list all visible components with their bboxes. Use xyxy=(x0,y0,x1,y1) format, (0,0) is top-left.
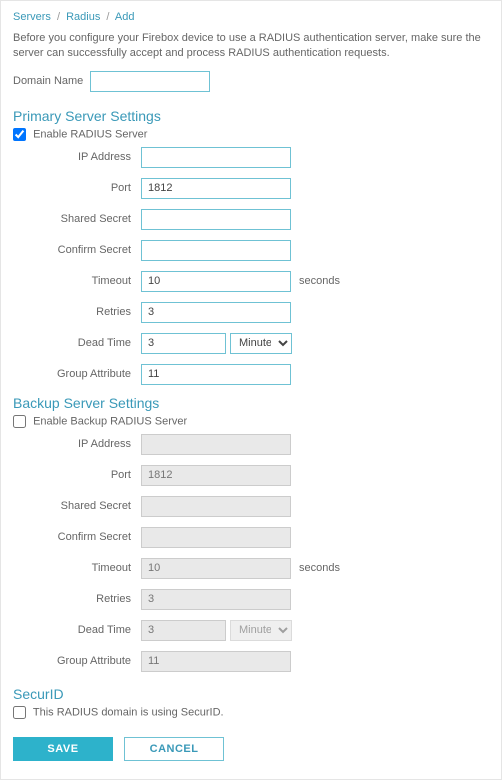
securid-row: This RADIUS domain is using SecurID. xyxy=(13,706,489,719)
primary-port-input[interactable] xyxy=(141,178,291,199)
primary-deadtime-unit-select[interactable]: Minutes xyxy=(230,333,292,354)
backup-port-input[interactable] xyxy=(141,465,291,486)
backup-retries-input[interactable] xyxy=(141,589,291,610)
backup-ip-input[interactable] xyxy=(141,434,291,455)
breadcrumb-current: Add xyxy=(115,11,135,23)
domain-name-label: Domain Name xyxy=(13,75,83,87)
cancel-button[interactable]: CANCEL xyxy=(124,737,224,761)
securid-section-title: SecurID xyxy=(13,686,489,702)
backup-deadtime-unit-select[interactable]: Minutes xyxy=(230,620,292,641)
primary-timeout-label: Timeout xyxy=(13,275,141,287)
backup-ip-label: IP Address xyxy=(13,438,141,450)
enable-backup-checkbox[interactable] xyxy=(13,415,26,428)
primary-timeout-input[interactable] xyxy=(141,271,291,292)
breadcrumb: Servers / Radius / Add xyxy=(13,11,489,23)
primary-confirm-input[interactable] xyxy=(141,240,291,261)
securid-label: This RADIUS domain is using SecurID. xyxy=(33,706,224,718)
backup-shared-input[interactable] xyxy=(141,496,291,517)
primary-deadtime-input[interactable] xyxy=(141,333,226,354)
primary-timeout-unit: seconds xyxy=(299,275,340,287)
backup-port-label: Port xyxy=(13,469,141,481)
enable-backup-label: Enable Backup RADIUS Server xyxy=(33,415,187,427)
backup-group-label: Group Attribute xyxy=(13,655,141,667)
backup-timeout-input[interactable] xyxy=(141,558,291,579)
enable-primary-label: Enable RADIUS Server xyxy=(33,128,147,140)
breadcrumb-radius[interactable]: Radius xyxy=(66,11,100,23)
button-bar: SAVE CANCEL xyxy=(13,737,489,761)
primary-confirm-label: Confirm Secret xyxy=(13,244,141,256)
primary-deadtime-label: Dead Time xyxy=(13,337,141,349)
save-button[interactable]: SAVE xyxy=(13,737,113,761)
breadcrumb-separator: / xyxy=(106,11,109,23)
backup-timeout-label: Timeout xyxy=(13,562,141,574)
backup-confirm-label: Confirm Secret xyxy=(13,531,141,543)
backup-form: IP Address Port Shared Secret Confirm Se… xyxy=(13,434,489,672)
domain-name-row: Domain Name xyxy=(13,71,489,92)
primary-form: IP Address Port Shared Secret Confirm Se… xyxy=(13,147,489,385)
enable-backup-row: Enable Backup RADIUS Server xyxy=(13,415,489,428)
primary-port-label: Port xyxy=(13,182,141,194)
backup-retries-label: Retries xyxy=(13,593,141,605)
securid-checkbox[interactable] xyxy=(13,706,26,719)
backup-timeout-unit: seconds xyxy=(299,562,340,574)
breadcrumb-servers[interactable]: Servers xyxy=(13,11,51,23)
intro-text: Before you configure your Firebox device… xyxy=(13,31,489,61)
backup-section-title: Backup Server Settings xyxy=(13,395,489,411)
primary-retries-label: Retries xyxy=(13,306,141,318)
backup-shared-label: Shared Secret xyxy=(13,500,141,512)
enable-primary-checkbox[interactable] xyxy=(13,128,26,141)
backup-confirm-input[interactable] xyxy=(141,527,291,548)
breadcrumb-separator: / xyxy=(57,11,60,23)
primary-group-input[interactable] xyxy=(141,364,291,385)
primary-shared-input[interactable] xyxy=(141,209,291,230)
primary-section-title: Primary Server Settings xyxy=(13,108,489,124)
primary-ip-label: IP Address xyxy=(13,151,141,163)
backup-group-input[interactable] xyxy=(141,651,291,672)
primary-retries-input[interactable] xyxy=(141,302,291,323)
primary-group-label: Group Attribute xyxy=(13,368,141,380)
backup-deadtime-label: Dead Time xyxy=(13,624,141,636)
primary-ip-input[interactable] xyxy=(141,147,291,168)
backup-deadtime-input[interactable] xyxy=(141,620,226,641)
primary-shared-label: Shared Secret xyxy=(13,213,141,225)
enable-primary-row: Enable RADIUS Server xyxy=(13,128,489,141)
domain-name-input[interactable] xyxy=(90,71,210,92)
